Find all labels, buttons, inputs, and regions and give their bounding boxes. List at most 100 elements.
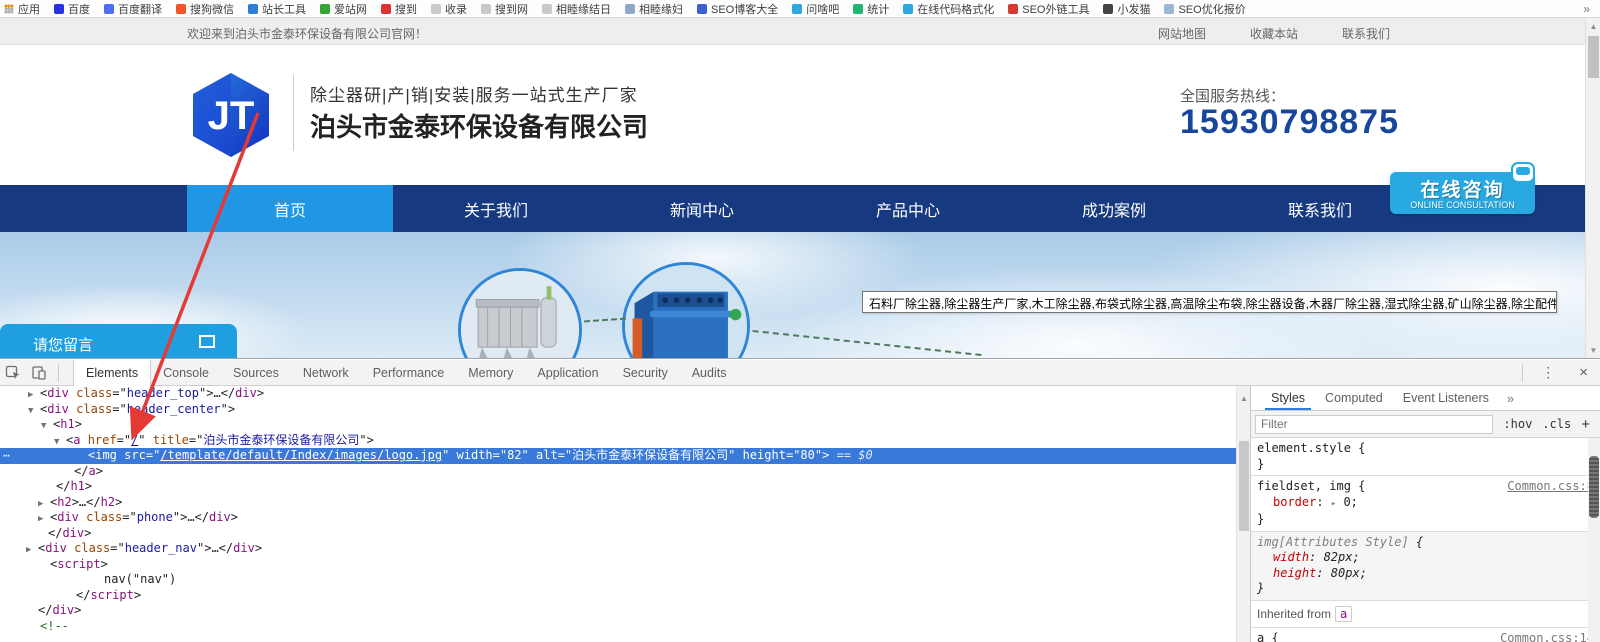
sidebar-tabs-overflow-icon[interactable]: » xyxy=(1499,386,1522,410)
css-rule-line[interactable]: Common.css:14a { xyxy=(1257,631,1594,642)
css-rule-line[interactable]: width: 82px; xyxy=(1257,550,1594,566)
bookmark-item[interactable]: 搜到 xyxy=(381,1,417,17)
bookmark-item[interactable]: 问啥吧 xyxy=(792,1,839,17)
tab-sources[interactable]: Sources xyxy=(221,360,291,386)
css-rule-line[interactable]: Common.css:8fieldset, img { xyxy=(1257,479,1594,495)
sidebar-tab-computed[interactable]: Computed xyxy=(1315,386,1393,410)
tab-network[interactable]: Network xyxy=(291,360,361,386)
nav-item-产品中心[interactable]: 产品中心 xyxy=(805,185,1011,232)
dom-node-line[interactable]: </div> xyxy=(0,526,1236,542)
new-style-rule-icon[interactable]: + xyxy=(1581,416,1590,433)
dom-node-line[interactable]: ▼<div class="header_center"> xyxy=(0,402,1236,418)
css-rule-line[interactable]: height: 80px; xyxy=(1257,566,1594,582)
bookmark-item[interactable]: SEO外链工具 xyxy=(1008,1,1089,17)
bookmark-item[interactable]: 统计 xyxy=(853,1,889,17)
main-nav: 首页关于我们新闻中心产品中心成功案例联系我们 在线咨询 ONLINE CONSU… xyxy=(0,185,1585,232)
css-rule-line[interactable]: img[Attributes Style] { xyxy=(1257,535,1594,551)
online-consult-button[interactable]: 在线咨询 ONLINE CONSULTATION xyxy=(1390,172,1535,214)
bookmark-item[interactable]: 在线代码格式化 xyxy=(903,1,994,17)
bookmark-item[interactable]: 百度 xyxy=(54,1,90,17)
dom-node-line[interactable]: ▼<a href="/" title="泊头市金泰环保设备有限公司"> xyxy=(0,433,1236,449)
scroll-up-icon[interactable]: ▲ xyxy=(1237,394,1251,403)
more-actions-icon[interactable]: ⋯ xyxy=(3,448,11,464)
dom-node-line[interactable]: ▶<h2>…</h2> xyxy=(0,495,1236,511)
tab-application[interactable]: Application xyxy=(525,360,610,386)
resource-link[interactable]: /template/default/Index/images/logo.jpg xyxy=(160,448,442,462)
dom-node-line[interactable]: ▼<h1> xyxy=(0,417,1236,433)
elements-scrollbar[interactable]: ▲ xyxy=(1236,386,1250,642)
bookmark-item[interactable]: SEO博客大全 xyxy=(697,1,778,17)
dom-node-line[interactable]: ▶<div class="phone">…</div> xyxy=(0,510,1236,526)
stylesheet-link[interactable]: Common.css:8 xyxy=(1507,479,1594,495)
bookmark-item[interactable]: 百度翻译 xyxy=(104,1,162,17)
sidebar-tab-styles[interactable]: Styles xyxy=(1261,386,1315,410)
scrollbar-thumb[interactable] xyxy=(1588,36,1599,78)
stylesheet-link[interactable]: Common.css:14 xyxy=(1500,631,1594,642)
close-icon[interactable]: × xyxy=(1567,364,1600,381)
welcome-link[interactable]: 收藏本站 xyxy=(1250,25,1298,42)
dom-node-line[interactable]: </a> xyxy=(0,464,1236,480)
dom-node-line[interactable]: nav("nav") xyxy=(0,572,1236,588)
toggle-hover-state[interactable]: :hov xyxy=(1503,417,1532,431)
nav-item-新闻中心[interactable]: 新闻中心 xyxy=(599,185,805,232)
page-scrollbar[interactable]: ▲ ▼ xyxy=(1585,18,1600,358)
company-logo[interactable]: JT xyxy=(187,71,275,159)
bookmark-label: 在线代码格式化 xyxy=(917,1,994,17)
welcome-text: 欢迎来到泊头市金泰环保设备有限公司官网！ xyxy=(187,25,427,42)
nav-item-关于我们[interactable]: 关于我们 xyxy=(393,185,599,232)
dom-node-line[interactable]: ⋯<img src="/template/default/Index/image… xyxy=(0,448,1236,464)
inspect-element-icon[interactable] xyxy=(0,361,26,385)
scroll-down-icon[interactable]: ▼ xyxy=(1586,342,1600,358)
bookmark-label: 小发猫 xyxy=(1117,1,1150,17)
toggle-class-editor[interactable]: .cls xyxy=(1542,417,1571,431)
css-rule-line[interactable]: } xyxy=(1257,457,1594,473)
dom-node-line[interactable]: </h1> xyxy=(0,479,1236,495)
bookmark-label: 问啥吧 xyxy=(806,1,839,17)
css-rule-line[interactable]: } xyxy=(1257,581,1594,597)
svg-text:JT: JT xyxy=(208,94,255,138)
tab-performance[interactable]: Performance xyxy=(361,360,457,386)
sidebar-tab-event-listeners[interactable]: Event Listeners xyxy=(1393,386,1499,410)
tab-audits[interactable]: Audits xyxy=(680,360,739,386)
tab-elements[interactable]: Elements xyxy=(73,360,151,386)
kebab-menu-icon[interactable]: ⋮ xyxy=(1529,364,1567,381)
css-rule-line[interactable]: element.style { xyxy=(1257,441,1594,457)
bookmark-item[interactable]: SEO优化报价 xyxy=(1164,1,1245,17)
bookmark-item[interactable]: 搜到网 xyxy=(481,1,528,17)
dom-node-line[interactable]: ▶<div class="header_nav">…</div> xyxy=(0,541,1236,557)
nav-item-首页[interactable]: 首页 xyxy=(187,185,393,232)
bookmark-item[interactable]: 搜狗微信 xyxy=(176,1,234,17)
css-rule-line[interactable]: border: ▸ 0; xyxy=(1257,495,1594,513)
css-rule-line[interactable]: } xyxy=(1257,512,1594,528)
tab-console[interactable]: Console xyxy=(151,360,221,386)
nav-item-成功案例[interactable]: 成功案例 xyxy=(1011,185,1217,232)
welcome-link[interactable]: 网站地图 xyxy=(1158,25,1206,42)
welcome-link[interactable]: 联系我们 xyxy=(1342,25,1390,42)
scroll-up-icon[interactable]: ▲ xyxy=(1586,18,1600,34)
bookmark-favicon xyxy=(542,4,552,14)
tab-security[interactable]: Security xyxy=(611,360,680,386)
bookmark-favicon xyxy=(176,4,186,14)
restore-window-icon[interactable] xyxy=(199,335,215,348)
dom-node-line[interactable]: </script> xyxy=(0,588,1236,604)
apps-menu[interactable]: 应用 xyxy=(4,1,40,17)
bookmark-item[interactable]: 站长工具 xyxy=(248,1,306,17)
styles-filter-input[interactable] xyxy=(1255,415,1493,434)
bookmark-item[interactable]: 相睦缘妇 xyxy=(625,1,683,17)
scrollbar-thumb[interactable] xyxy=(1589,456,1599,518)
bookmarks-overflow-icon[interactable]: » xyxy=(1583,2,1590,16)
device-toolbar-icon[interactable] xyxy=(26,361,52,385)
scrollbar-thumb[interactable] xyxy=(1239,441,1249,531)
dom-node-line[interactable]: <!-- xyxy=(0,619,1236,635)
inherited-node-link[interactable]: a xyxy=(1335,606,1352,622)
dom-node-line[interactable]: <script> xyxy=(0,557,1236,573)
bookmark-item[interactable]: 小发猫 xyxy=(1103,1,1150,17)
bookmark-item[interactable]: 收录 xyxy=(431,1,467,17)
bookmark-item[interactable]: 相睦缘结日 xyxy=(542,1,611,17)
bookmark-favicon xyxy=(381,4,391,14)
dom-node-line[interactable]: ▶<div class="header_top">…</div> xyxy=(0,386,1236,402)
styles-scrollbar[interactable] xyxy=(1588,438,1600,642)
tab-memory[interactable]: Memory xyxy=(456,360,525,386)
bookmark-item[interactable]: 爱站网 xyxy=(320,1,367,17)
dom-node-line[interactable]: </div> xyxy=(0,603,1236,619)
